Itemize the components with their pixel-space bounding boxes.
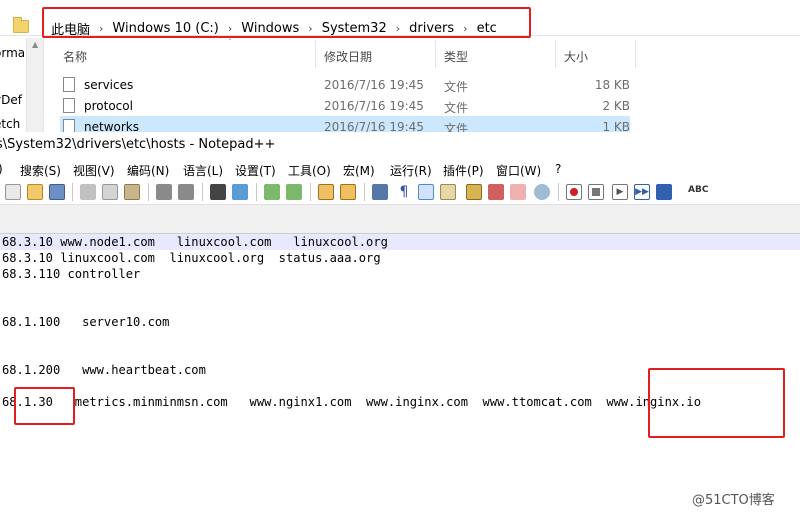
toolbar-separator — [202, 183, 203, 201]
navigation-pane: orma yDef etch — [0, 38, 26, 132]
watermark: @51CTO博客 — [692, 493, 775, 508]
column-headers: ˆ 名称 修改日期 类型 大小 — [45, 38, 800, 68]
file-row[interactable]: services 2016/7/16 19:45 文件 18 KB — [45, 74, 800, 95]
editor-line: 68.3.110 controller — [2, 267, 141, 281]
file-size: 18 KB — [594, 78, 630, 92]
toolbar-separator — [558, 183, 559, 201]
udl-icon[interactable] — [440, 184, 456, 200]
menu-bar: ) 搜索(S) 视图(V) 编码(N) 语言(L) 设置(T) 工具(O) 宏(… — [0, 158, 800, 180]
redo-icon[interactable] — [178, 184, 194, 200]
folder-workspace-icon[interactable] — [510, 184, 526, 200]
play-macro-icon[interactable]: ▶ — [612, 184, 628, 200]
file-icon — [63, 98, 75, 113]
file-name: services — [84, 78, 134, 92]
save-icon[interactable] — [49, 184, 65, 200]
menu-encoding[interactable]: 编码(N) — [127, 162, 169, 179]
toolbar-separator — [364, 183, 365, 201]
column-divider[interactable] — [315, 40, 316, 68]
cut-icon[interactable] — [80, 184, 96, 200]
copy-icon[interactable] — [102, 184, 118, 200]
column-size[interactable]: 大小 — [564, 48, 588, 65]
editor-line: 68.1.100 server10.com — [2, 315, 170, 329]
file-date: 2016/7/16 19:45 — [324, 99, 424, 113]
file-date: 2016/7/16 19:45 — [324, 78, 424, 92]
toolbar-separator — [72, 183, 73, 201]
new-file-icon[interactable] — [5, 184, 21, 200]
menu-language[interactable]: 语言(L) — [183, 162, 223, 179]
screenshot-root: 此电脑 › Windows 10 (C:) › Windows › System… — [0, 0, 800, 516]
menu-settings[interactable]: 设置(T) — [235, 162, 276, 179]
menu-edit-partial[interactable]: ) — [0, 162, 3, 176]
indent-guide-icon[interactable] — [418, 184, 434, 200]
find-icon[interactable] — [210, 184, 226, 200]
file-row[interactable]: protocol 2016/7/16 19:45 文件 2 KB — [45, 95, 800, 116]
file-type: 文件 — [444, 101, 469, 115]
spell-check-icon[interactable]: ABC — [688, 184, 708, 200]
undo-icon[interactable] — [156, 184, 172, 200]
replace-icon[interactable] — [232, 184, 248, 200]
nav-pane-scrollbar[interactable]: ▲ — [26, 38, 44, 132]
file-size: 2 KB — [602, 99, 630, 113]
menu-search[interactable]: 搜索(S) — [20, 162, 61, 179]
word-wrap-icon[interactable] — [372, 184, 388, 200]
nav-item[interactable]: yDef — [0, 93, 22, 107]
menu-tools[interactable]: 工具(O) — [288, 162, 331, 179]
tab-bar[interactable] — [0, 204, 800, 234]
nav-item[interactable]: orma — [0, 46, 25, 60]
menu-help[interactable]: ? — [555, 162, 561, 176]
function-list-icon[interactable] — [488, 184, 504, 200]
show-all-chars-icon[interactable]: ¶ — [396, 184, 412, 200]
editor-line: 68.3.10 linuxcool.com linuxcool.org stat… — [2, 251, 381, 265]
toolbar: ¶ ▶ ▶▶ ABC — [0, 180, 800, 204]
scroll-up-icon[interactable]: ▲ — [32, 40, 38, 49]
highlight-box-domain — [648, 368, 785, 438]
menu-plugins[interactable]: 插件(P) — [443, 162, 484, 179]
folder-icon — [13, 17, 29, 33]
menu-macro[interactable]: 宏(M) — [343, 162, 375, 179]
sync-h-icon[interactable] — [340, 184, 356, 200]
column-name[interactable]: 名称 — [63, 48, 87, 65]
toolbar-separator — [256, 183, 257, 201]
title-bar[interactable]: s\System32\drivers\etc\hosts - Notepad++ — [0, 132, 800, 158]
highlight-box-ip — [14, 387, 75, 425]
window-title: s\System32\drivers\etc\hosts - Notepad++ — [0, 137, 276, 152]
menu-run[interactable]: 运行(R) — [390, 162, 432, 179]
column-divider[interactable] — [555, 40, 556, 68]
sync-v-icon[interactable] — [318, 184, 334, 200]
stop-macro-icon[interactable] — [588, 184, 604, 200]
highlight-box-path — [42, 7, 531, 38]
open-file-icon[interactable] — [27, 184, 43, 200]
column-divider[interactable] — [435, 40, 436, 68]
monitoring-icon[interactable] — [534, 184, 550, 200]
run-macro-multiple-icon[interactable]: ▶▶ — [634, 184, 650, 200]
sort-chevron-icon: ˆ — [228, 38, 232, 47]
column-type[interactable]: 类型 — [444, 48, 468, 65]
paste-icon[interactable] — [124, 184, 140, 200]
file-icon — [63, 77, 75, 92]
zoom-in-icon[interactable] — [264, 184, 280, 200]
save-macro-icon[interactable] — [656, 184, 672, 200]
column-date[interactable]: 修改日期 — [324, 48, 372, 65]
file-type: 文件 — [444, 80, 469, 94]
notepad-plus-plus-window: s\System32\drivers\etc\hosts - Notepad++… — [0, 132, 800, 516]
toolbar-separator — [148, 183, 149, 201]
zoom-out-icon[interactable] — [286, 184, 302, 200]
nav-item[interactable]: etch — [0, 117, 20, 131]
menu-view[interactable]: 视图(V) — [73, 162, 115, 179]
editor-line: 68.3.10 www.node1.com linuxcool.com linu… — [0, 234, 800, 250]
doc-map-icon[interactable] — [466, 184, 482, 200]
column-divider[interactable] — [635, 40, 636, 68]
record-macro-icon[interactable] — [566, 184, 582, 200]
file-name: protocol — [84, 99, 133, 113]
toolbar-separator — [310, 183, 311, 201]
menu-window[interactable]: 窗口(W) — [496, 162, 541, 179]
file-explorer-window: 此电脑 › Windows 10 (C:) › Windows › System… — [0, 0, 800, 137]
